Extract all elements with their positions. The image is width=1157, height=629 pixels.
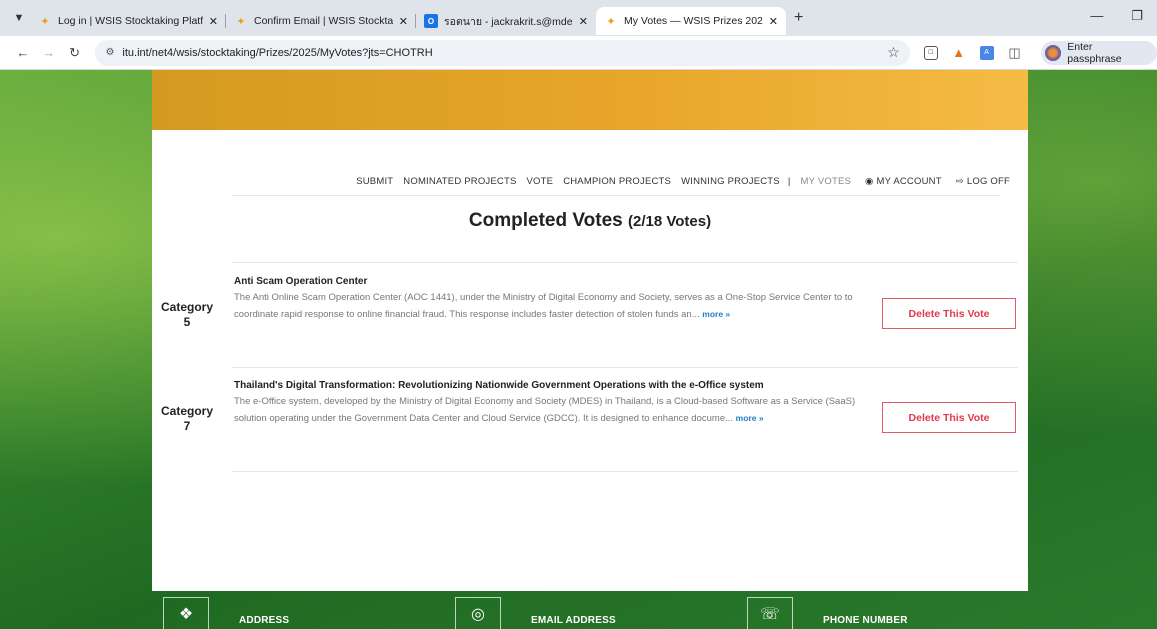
address-bar[interactable]: ⚙ itu.int/net4/wsis/stocktaking/Prizes/2… xyxy=(95,39,910,66)
browser-toolbar: ← → ↻ ⚙ itu.int/net4/wsis/stocktaking/Pr… xyxy=(0,36,1157,70)
profile-button[interactable]: Enter passphrase xyxy=(1041,40,1157,65)
footer-email: ◎ EMAIL ADDRESS xyxy=(455,597,616,629)
vote-count: (2/18 Votes) xyxy=(627,213,712,230)
menu-item-vote[interactable]: VOTE xyxy=(527,176,554,187)
menu-item-log-off[interactable]: ⇨ LOG OFF xyxy=(956,176,1010,187)
vote-row: Category 5 Anti Scam Operation Center Th… xyxy=(152,276,1028,366)
delete-vote-button[interactable]: Delete This Vote xyxy=(882,402,1016,433)
page-title: Completed Votes (2/18 Votes) xyxy=(152,210,1028,232)
forward-arrow-icon[interactable]: → xyxy=(36,45,62,60)
delete-vote-button[interactable]: Delete This Vote xyxy=(882,298,1016,329)
category-word: Category xyxy=(160,404,213,418)
category-word: Category xyxy=(160,300,213,314)
menu-item-submit[interactable]: SUBMIT xyxy=(356,176,393,187)
site-info-icon[interactable]: ⚙ xyxy=(105,47,114,58)
menu-item-champion-projects[interactable]: CHAMPION PROJECTS xyxy=(563,176,671,187)
project-info: Thailand's Digital Transformation: Revol… xyxy=(234,380,884,427)
extension-screen-icon[interactable]: □ xyxy=(923,45,938,60)
close-tab-icon[interactable]: ✕ xyxy=(209,15,218,28)
menu-item-nominated-projects[interactable]: NOMINATED PROJECTS xyxy=(403,176,516,187)
content-card: SUBMIT NOMINATED PROJECTS VOTE CHAMPION … xyxy=(152,130,1028,591)
url-text: itu.int/net4/wsis/stocktaking/Prizes/202… xyxy=(122,46,433,59)
tab-search-dropdown-icon[interactable]: ▼ xyxy=(8,7,30,29)
tab-title: Log in | WSIS Stocktaking Platfo xyxy=(58,15,203,27)
page-background: SUBMIT NOMINATED PROJECTS VOTE CHAMPION … xyxy=(0,70,1157,629)
page-title-text: Completed Votes xyxy=(468,210,623,231)
close-tab-icon[interactable]: ✕ xyxy=(399,15,408,28)
project-title: Thailand's Digital Transformation: Revol… xyxy=(234,380,764,391)
description-text: The Anti Online Scam Operation Center (A… xyxy=(234,292,853,320)
project-description: The Anti Online Scam Operation Center (A… xyxy=(234,290,884,323)
footer-contacts: ❖ ADDRESS ◎ EMAIL ADDRESS ☏ PHONE NUMBER xyxy=(0,597,1157,629)
wsis-star-icon: ✦ xyxy=(606,15,616,28)
profile-label: Enter passphrase xyxy=(1067,40,1122,65)
menu-divider xyxy=(232,195,1000,196)
tab-title: My Votes — WSIS Prizes 2025 xyxy=(624,15,763,27)
phone-icon: ☏ xyxy=(747,597,793,629)
tab-title: Confirm Email | WSIS Stocktakin xyxy=(254,15,393,27)
menu-item-winning-projects[interactable]: WINNING PROJECTS xyxy=(681,176,780,187)
vote-row: Category 7 Thailand's Digital Transforma… xyxy=(152,380,1028,470)
browser-tab-confirm-email[interactable]: ✦ Confirm Email | WSIS Stocktakin ✕ xyxy=(226,7,416,35)
reload-icon[interactable]: ↻ xyxy=(62,45,88,61)
project-info: Anti Scam Operation Center The Anti Onli… xyxy=(234,276,884,323)
footer-address: ❖ ADDRESS xyxy=(163,597,289,629)
footer-phone: ☏ PHONE NUMBER xyxy=(747,597,908,629)
row-divider xyxy=(232,262,1018,263)
project-title: Anti Scam Operation Center xyxy=(234,276,368,287)
translate-extension-icon[interactable]: A xyxy=(979,45,994,60)
my-account-label: MY ACCOUNT xyxy=(876,176,942,187)
back-arrow-icon[interactable]: ← xyxy=(10,45,36,60)
user-circle-icon: ◉ xyxy=(865,176,874,187)
minimize-icon[interactable]: — xyxy=(1090,8,1103,24)
bookmark-star-icon[interactable]: ☆ xyxy=(887,44,900,61)
browser-tab-outlook[interactable]: O รอตนาย - jackrakrit.s@mdes.go. ✕ xyxy=(416,7,596,35)
header-banner xyxy=(152,70,1028,130)
globe-icon: ◎ xyxy=(455,597,501,629)
category-label: Category 7 xyxy=(160,404,214,434)
browser-tab-login[interactable]: ✦ Log in | WSIS Stocktaking Platfo ✕ xyxy=(30,7,226,35)
restore-icon[interactable]: ❐ xyxy=(1131,8,1143,24)
tab-title: รอตนาย - jackrakrit.s@mdes.go. xyxy=(444,15,573,28)
wsis-star-icon: ✦ xyxy=(236,15,246,28)
category-label: Category 5 xyxy=(160,300,214,330)
menu-item-my-votes[interactable]: MY VOTES xyxy=(801,176,852,187)
pin-icon: ❖ xyxy=(163,597,209,629)
log-off-label: LOG OFF xyxy=(966,176,1010,187)
category-number: 5 xyxy=(183,315,191,329)
extensions-puzzle-icon[interactable]: ◫ xyxy=(1008,45,1022,60)
wsis-star-icon: ✦ xyxy=(40,15,50,28)
close-tab-icon[interactable]: ✕ xyxy=(769,15,778,28)
row-divider xyxy=(232,367,1018,368)
category-number: 7 xyxy=(183,419,191,433)
menu-separator: | xyxy=(787,176,791,187)
window-controls: — ❐ xyxy=(1090,8,1143,24)
new-tab-icon[interactable]: + xyxy=(794,9,803,27)
logout-icon: ⇨ xyxy=(955,176,964,187)
browser-tab-my-votes[interactable]: ✦ My Votes — WSIS Prizes 2025 ✕ xyxy=(596,7,786,35)
close-tab-icon[interactable]: ✕ xyxy=(579,15,588,28)
more-link[interactable]: more » xyxy=(702,309,730,319)
browser-tab-bar: ▼ ✦ Log in | WSIS Stocktaking Platfo ✕ ✦… xyxy=(0,0,1157,36)
email-label: EMAIL ADDRESS xyxy=(531,615,616,626)
outlook-icon: O xyxy=(424,14,438,28)
project-description: The e-Office system, developed by the Mi… xyxy=(234,394,884,427)
more-link[interactable]: more » xyxy=(736,413,764,423)
address-label: ADDRESS xyxy=(239,615,290,626)
profile-avatar-icon xyxy=(1045,44,1062,61)
row-divider xyxy=(232,471,1018,472)
main-menu: SUBMIT NOMINATED PROJECTS VOTE CHAMPION … xyxy=(346,176,1010,187)
metamask-fox-icon[interactable]: ▲ xyxy=(952,45,966,60)
menu-item-my-account[interactable]: ◉ MY ACCOUNT xyxy=(865,176,942,187)
phone-label: PHONE NUMBER xyxy=(823,615,908,626)
